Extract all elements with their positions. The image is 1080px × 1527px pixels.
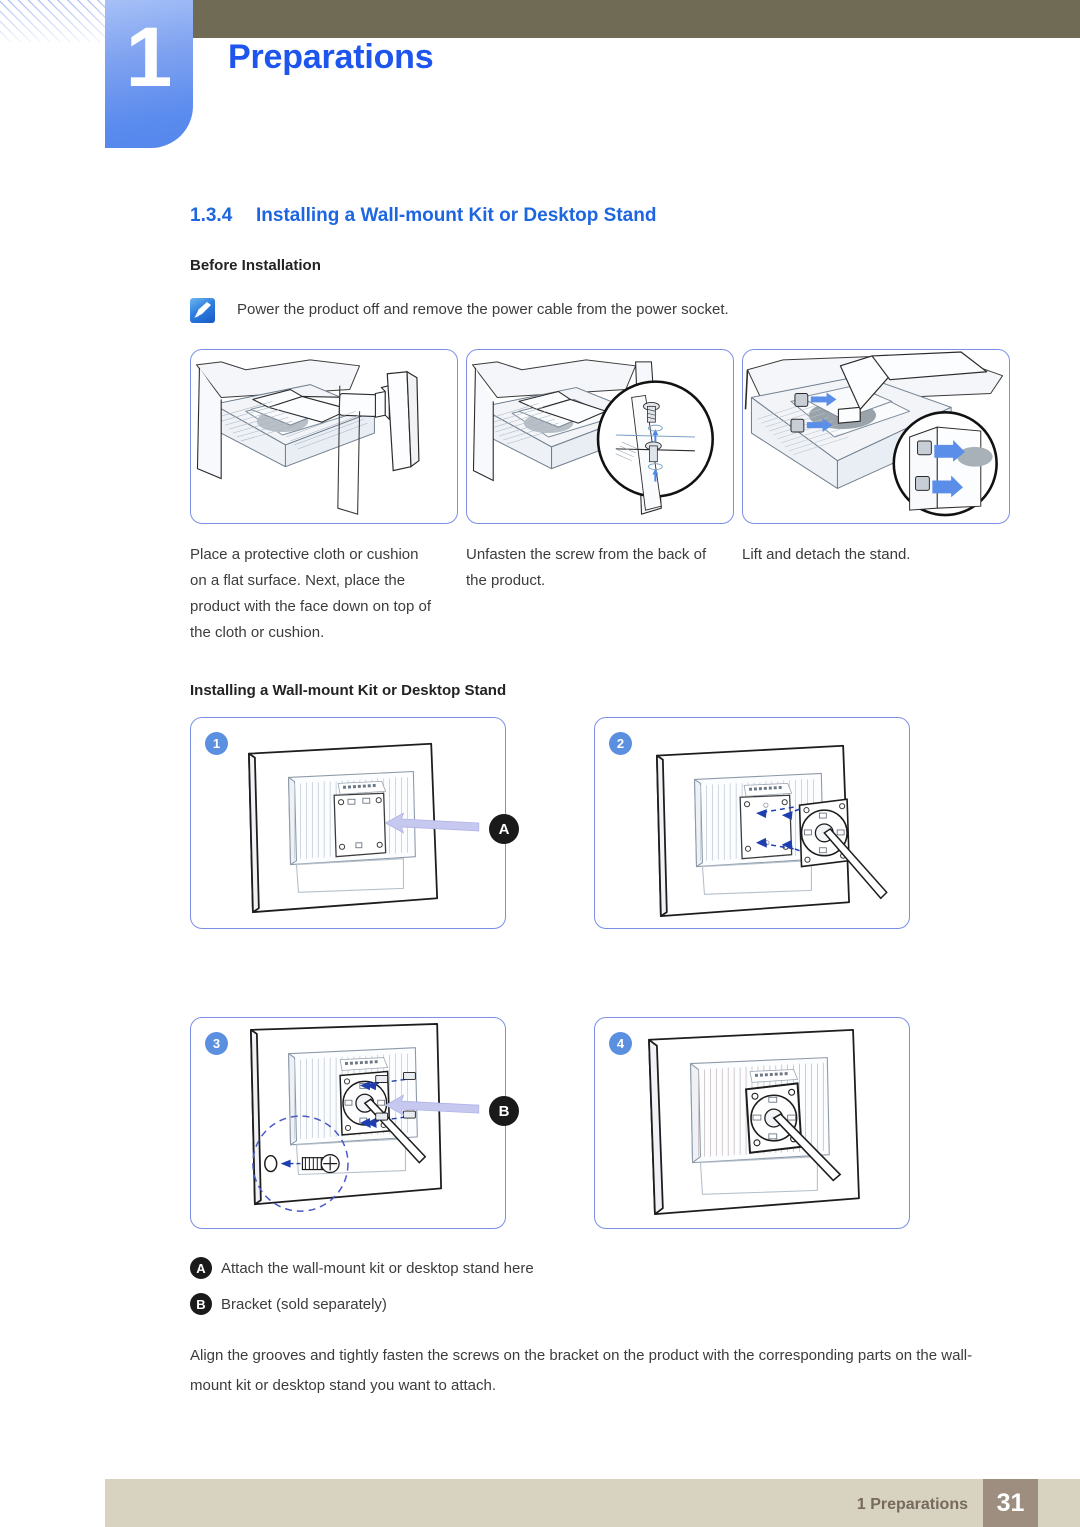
removal-panel-row xyxy=(190,349,1010,524)
removal-panel-1 xyxy=(190,349,458,524)
callout-label-a: A xyxy=(489,814,519,844)
removal-caption-3: Lift and detach the stand. xyxy=(742,546,911,563)
legend-badge-b: B xyxy=(190,1293,212,1315)
page-content: 1.3.4 Installing a Wall-mount Kit or Desk… xyxy=(190,205,1010,1401)
callout-legend: A Attach the wall-mount kit or desktop s… xyxy=(190,1257,1010,1315)
legend-item-a: A Attach the wall-mount kit or desktop s… xyxy=(190,1257,1010,1279)
section-number: 1.3.4 xyxy=(190,205,233,226)
align-bracket-with-mount-holes-illustration xyxy=(656,744,888,918)
install-section-heading: Installing a Wall-mount Kit or Desktop S… xyxy=(190,682,507,699)
legend-text-a: Attach the wall-mount kit or desktop sta… xyxy=(221,1259,534,1277)
removal-caption-1: Place a protective cloth or cushion on a… xyxy=(190,546,431,641)
section-heading: 1.3.4 Installing a Wall-mount Kit or Desk… xyxy=(190,205,1010,227)
footer-chapter-label: 1 Preparations xyxy=(856,1496,968,1513)
before-installation-heading: Before Installation xyxy=(190,257,321,274)
legend-badge-a: A xyxy=(190,1257,212,1279)
lift-and-detach-stand-illustration xyxy=(744,351,1004,517)
removal-caption-2: Unfasten the screw from the back of the … xyxy=(466,546,707,589)
header-olive-bar xyxy=(192,0,1080,38)
callout-label-b: B xyxy=(489,1096,519,1126)
install-step-panel-4: 4 xyxy=(594,1017,910,1229)
removal-panel-3 xyxy=(742,349,1010,524)
monitor-back-mount-plate-illustration xyxy=(248,742,480,914)
legend-text-b: Bracket (sold separately) xyxy=(221,1295,387,1313)
legend-item-b: B Bracket (sold separately) xyxy=(190,1293,1010,1315)
install-step-grid: 1 A 2 3 B 4 xyxy=(190,717,1010,1229)
mount-plate xyxy=(333,792,387,858)
bracket-attached-complete-illustration xyxy=(648,1028,860,1216)
install-step-panel-3: 3 B xyxy=(190,1017,519,1229)
install-body-text: Align the grooves and tightly fasten the… xyxy=(190,1347,973,1394)
monitor-face-down-on-cushion-illustration xyxy=(195,359,420,515)
manual-page: 1 Preparations 1.3.4 Installing a Wall-mo… xyxy=(0,0,1080,1527)
chapter-tab: 1 xyxy=(105,0,193,148)
note-text: Power the product off and remove the pow… xyxy=(237,301,729,318)
section-title: Installing a Wall-mount Kit or Desktop S… xyxy=(256,205,657,226)
mount-plate xyxy=(739,794,793,860)
removal-caption-row: Place a protective cloth or cushion on a… xyxy=(190,542,1010,646)
footer-page-number: 31 xyxy=(983,1479,1038,1527)
page-title: Preparations xyxy=(228,38,434,76)
note-callout: Power the product off and remove the pow… xyxy=(190,298,1010,323)
chapter-number: 1 xyxy=(125,10,173,104)
note-pen-icon xyxy=(190,298,215,323)
install-step-panel-1: 1 A xyxy=(190,717,519,929)
install-step-panel-2: 2 xyxy=(594,717,910,929)
removal-panel-2 xyxy=(466,349,734,524)
unfasten-screw-back-of-product-illustration xyxy=(471,359,714,515)
fasten-screws-on-bracket-illustration xyxy=(250,1023,480,1212)
